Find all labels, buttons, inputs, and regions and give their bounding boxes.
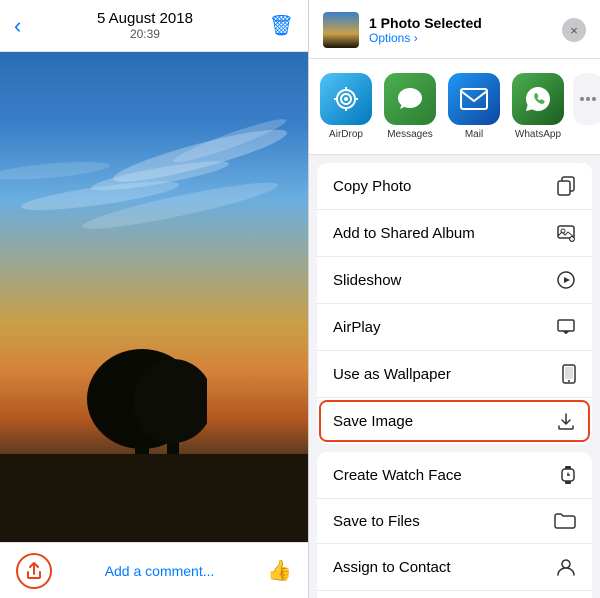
action-save-image[interactable]: Save Image (317, 398, 592, 444)
app-airdrop[interactable]: AirDrop (317, 73, 375, 140)
wallpaper-label: Use as Wallpaper (333, 366, 451, 383)
create-watch-face-label: Create Watch Face (333, 467, 462, 484)
action-group-1: Copy Photo Add to Shared Album S (317, 163, 592, 444)
wallpaper-icon (562, 364, 576, 384)
comment-button[interactable]: Add a comment... (64, 563, 255, 579)
like-button[interactable]: 👍 (267, 558, 292, 583)
more-apps-icon (573, 73, 600, 125)
ground (0, 454, 308, 542)
sheet-header: 1 Photo Selected Options › × (309, 0, 600, 59)
action-slideshow[interactable]: Slideshow (317, 257, 592, 304)
selected-photo-thumb (323, 12, 359, 48)
close-button[interactable]: × (562, 18, 586, 42)
save-to-files-icon (554, 512, 576, 530)
photo-date: 5 August 2018 (21, 10, 268, 27)
save-image-icon (556, 411, 576, 431)
action-print[interactable]: Print (317, 591, 592, 598)
assign-contact-icon (556, 557, 576, 577)
messages-icon (384, 73, 436, 125)
mail-label: Mail (465, 129, 483, 140)
watch-face-icon (560, 465, 576, 485)
action-group-2: Create Watch Face Save to Files Assign t… (317, 452, 592, 598)
header-title: 5 August 2018 20:39 (21, 10, 268, 41)
mail-icon (448, 73, 500, 125)
back-button[interactable]: ‹ (14, 13, 21, 39)
airdrop-label: AirDrop (329, 129, 363, 140)
tree-svg (77, 329, 207, 469)
sheet-title-area: 1 Photo Selected Options › (369, 15, 482, 45)
slideshow-label: Slideshow (333, 272, 401, 289)
messages-label: Messages (387, 129, 433, 140)
action-airplay[interactable]: AirPlay (317, 304, 592, 351)
photo-time: 20:39 (21, 27, 268, 41)
action-create-watch-face[interactable]: Create Watch Face (317, 452, 592, 499)
action-list: Copy Photo Add to Shared Album S (309, 155, 600, 598)
share-button[interactable] (16, 553, 52, 589)
app-messages[interactable]: Messages (381, 73, 439, 140)
app-mail[interactable]: Mail (445, 73, 503, 140)
trash-button[interactable]: 🗑 (269, 13, 294, 38)
sheet-title: 1 Photo Selected (369, 15, 482, 31)
whatsapp-icon (512, 73, 564, 125)
copy-photo-icon (556, 176, 576, 196)
whatsapp-label: WhatsApp (515, 129, 561, 140)
save-image-label: Save Image (333, 413, 413, 430)
photo-viewer-panel: ‹ 5 August 2018 20:39 🗑 (0, 0, 308, 598)
add-shared-album-icon (556, 223, 576, 243)
cloud-svg (0, 91, 308, 361)
photo-display (0, 52, 308, 542)
action-add-shared-album[interactable]: Add to Shared Album (317, 210, 592, 257)
action-assign-to-contact[interactable]: Assign to Contact (317, 544, 592, 591)
airplay-icon (556, 317, 576, 337)
airplay-label: AirPlay (333, 319, 381, 336)
action-copy-photo[interactable]: Copy Photo (317, 163, 592, 210)
photo-footer: Add a comment... 👍 (0, 542, 308, 598)
action-save-to-files[interactable]: Save to Files (317, 499, 592, 544)
airdrop-icon (320, 73, 372, 125)
app-icons-row: AirDrop Messages Mail (309, 59, 600, 155)
sheet-options[interactable]: Options › (369, 31, 482, 45)
sheet-header-left: 1 Photo Selected Options › (323, 12, 482, 48)
assign-to-contact-label: Assign to Contact (333, 559, 451, 576)
app-more-partial[interactable] (573, 73, 600, 125)
photo-header: ‹ 5 August 2018 20:39 🗑 (0, 0, 308, 52)
slideshow-icon (556, 270, 576, 290)
action-wallpaper[interactable]: Use as Wallpaper (317, 351, 592, 398)
app-whatsapp[interactable]: WhatsApp (509, 73, 567, 140)
photo-background (0, 52, 308, 542)
save-to-files-label: Save to Files (333, 513, 420, 530)
share-icon (26, 562, 42, 580)
copy-photo-label: Copy Photo (333, 178, 411, 195)
add-shared-album-label: Add to Shared Album (333, 225, 475, 242)
share-sheet: 1 Photo Selected Options › × AirDrop (308, 0, 600, 598)
